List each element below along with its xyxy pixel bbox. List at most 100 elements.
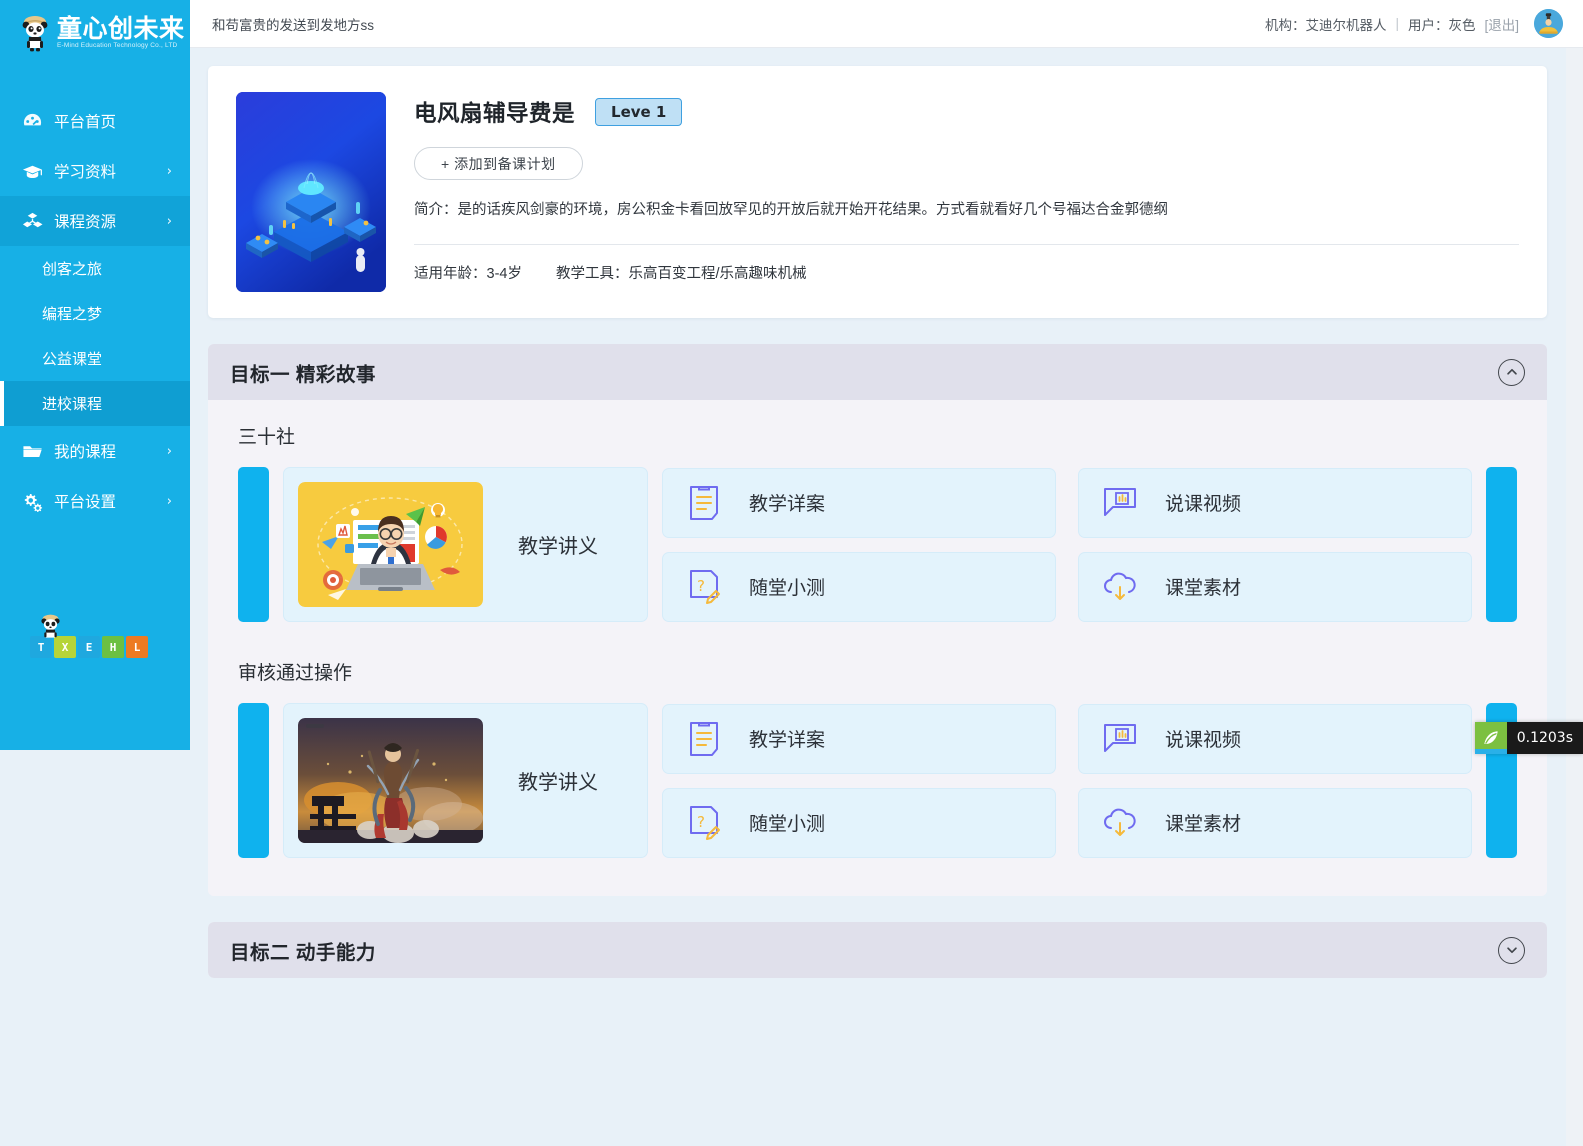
sidebar-item-label: 进校课程 (42, 393, 172, 414)
goal-body-1: 三十社 (208, 400, 1547, 896)
thinkphp-leaf-icon (1475, 722, 1507, 754)
tile-quiz[interactable]: ? 随堂小测 (662, 788, 1056, 858)
cubes-icon (22, 211, 43, 232)
tile-column-left: 教学详案 ? (662, 468, 1056, 622)
course-title-row: 电风扇辅导费是 Leve 1 (414, 96, 1519, 128)
tile-teaching-plan[interactable]: 教学详案 (662, 468, 1056, 538)
goal-header-2[interactable]: 目标二 动手能力 (208, 922, 1547, 978)
scroll-left-bar[interactable] (238, 703, 269, 858)
folder-icon (22, 441, 43, 462)
brand-logo[interactable]: 童心创未来 E-Mind Education Technology Co., L… (0, 0, 190, 66)
tile-label: 随堂小测 (749, 573, 825, 600)
user-avatar-icon[interactable] (1534, 9, 1563, 38)
lesson-group-1: 三十社 (238, 422, 1517, 622)
sidebar-item-platform-settings[interactable]: 平台设置 › (0, 476, 190, 526)
age-value: 3-4岁 (487, 266, 522, 282)
page-scrollbar-gutter[interactable] (1566, 48, 1583, 1146)
content-scroll: 电风扇辅导费是 Leve 1 + 添加到备课计划 简介：是的话疾风剑豪的环境，房… (190, 48, 1583, 1146)
chevron-down-icon[interactable] (1498, 937, 1525, 964)
resource-tiles: 教学详案 ? (662, 468, 1472, 622)
course-summary-card: 电风扇辅导费是 Leve 1 + 添加到备课计划 简介：是的话疾风剑豪的环境，房… (208, 66, 1547, 318)
tile-label: 说课视频 (1165, 725, 1241, 752)
gears-icon (22, 491, 43, 512)
debug-timer-value: 0.1203s (1507, 722, 1583, 754)
org-label: 机构：艾迪尔机器人 (1265, 14, 1387, 34)
course-meta: 适用年龄：3-4岁 教学工具：乐高百变工程/乐高趣味机械 (414, 262, 1519, 283)
svg-text:?: ? (697, 577, 705, 595)
svg-text:?: ? (697, 813, 705, 831)
tile-quiz[interactable]: ? 随堂小测 (662, 552, 1056, 622)
tile-label: 教学详案 (749, 725, 825, 752)
scroll-right-bar[interactable] (1486, 467, 1517, 622)
sidebar-item-my-courses[interactable]: 我的课程 › (0, 426, 190, 476)
cloud-download-icon (1101, 568, 1139, 606)
handout-card[interactable]: 教学讲义 (283, 467, 648, 622)
goal-panel-1: 目标一 精彩故事 三十社 (208, 344, 1547, 896)
sidebar-item-label: 平台设置 (54, 490, 156, 512)
logout-link[interactable]: [退出] (1484, 14, 1519, 34)
sidebar-item-study-materials[interactable]: 学习资料 › (0, 146, 190, 196)
age-range: 适用年龄：3-4岁 (414, 262, 522, 283)
badge-label: X (62, 641, 69, 654)
sidebar-item-public-class[interactable]: 公益课堂 (0, 336, 190, 381)
debug-timer-widget[interactable]: 0.1203s (1475, 722, 1583, 754)
scroll-left-bar[interactable] (238, 467, 269, 622)
document-list-icon (685, 720, 723, 758)
tile-column-right: 说课视频 (1078, 704, 1472, 858)
org-label-text: 机构： (1265, 18, 1306, 33)
badge-license[interactable]: L (126, 636, 148, 658)
course-description: 简介：是的话疾风剑豪的环境，房公积金卡看回放罕见的开放后就开始开花结果。方式看就… (414, 200, 1519, 222)
age-label: 适用年龄： (414, 266, 487, 282)
badge-verified[interactable]: H (102, 636, 124, 658)
brand-title: 童心创未来 (57, 16, 185, 41)
handout-label: 教学讲义 (483, 766, 633, 795)
lesson-row: 教学讲义 (238, 467, 1517, 622)
tile-teaching-plan[interactable]: 教学详案 (662, 704, 1056, 774)
video-slides-icon (1101, 484, 1139, 522)
tools-label: 教学工具： (556, 266, 629, 282)
course-cover-image[interactable] (236, 92, 386, 292)
brand-subtitle: E-Mind Education Technology Co., LTD (57, 43, 185, 50)
lesson-name: 审核通过操作 (238, 658, 1517, 685)
top-bar: 和苟富贵的发送到发地方ss 机构：艾迪尔机器人 | 用户：灰色 [退出] (190, 0, 1583, 48)
resource-tiles: 教学详案 ? (662, 704, 1472, 858)
tile-lecture-video[interactable]: 说课视频 (1078, 704, 1472, 774)
document-list-icon (685, 484, 723, 522)
tile-column-left: 教学详案 ? (662, 704, 1056, 858)
sidebar-item-coding-dream[interactable]: 编程之梦 (0, 291, 190, 336)
sidebar-item-course-resources[interactable]: 课程资源 › (0, 196, 190, 246)
app-root: 童心创未来 E-Mind Education Technology Co., L… (0, 0, 1583, 1146)
topbar-user-info: 机构：艾迪尔机器人 | 用户：灰色 [退出] (1265, 9, 1563, 38)
sidebar-item-label: 编程之梦 (42, 303, 172, 324)
tools-value: 乐高百变工程/乐高趣味机械 (628, 266, 806, 282)
goal-header-1[interactable]: 目标一 精彩故事 (208, 344, 1547, 400)
brand-text: 童心创未来 E-Mind Education Technology Co., L… (57, 16, 185, 50)
tile-label: 随堂小测 (749, 809, 825, 836)
sidebar-item-label: 学习资料 (54, 160, 156, 182)
sidebar-item-label: 平台首页 (54, 110, 172, 132)
org-name: 艾迪尔机器人 (1305, 18, 1386, 33)
badge-label: L (134, 641, 141, 654)
goal-title: 目标一 精彩故事 (230, 358, 376, 387)
main-area: 和苟富贵的发送到发地方ss 机构：艾迪尔机器人 | 用户：灰色 [退出] (190, 0, 1583, 1146)
badge-emblem[interactable]: E (78, 636, 100, 658)
dashboard-icon (22, 111, 43, 132)
user-name: 灰色 (1448, 18, 1475, 33)
quiz-pencil-icon: ? (685, 804, 723, 842)
teaching-tools: 教学工具：乐高百变工程/乐高趣味机械 (556, 262, 807, 283)
goal-panel-2: 目标二 动手能力 (208, 922, 1547, 978)
topbar-separator: | (1395, 16, 1399, 31)
sidebar-item-school-course[interactable]: 进校课程 (0, 381, 190, 426)
quiz-pencil-icon: ? (685, 568, 723, 606)
tile-class-materials[interactable]: 课堂素材 (1078, 788, 1472, 858)
sidebar-item-platform-home[interactable]: 平台首页 (0, 96, 190, 146)
tile-class-materials[interactable]: 课堂素材 (1078, 552, 1472, 622)
sidebar-item-maker-journey[interactable]: 创客之旅 (0, 246, 190, 291)
chevron-up-icon[interactable] (1498, 359, 1525, 386)
user-label-text: 用户： (1408, 18, 1449, 33)
add-to-plan-button[interactable]: + 添加到备课计划 (414, 147, 583, 180)
handout-card[interactable]: 教学讲义 (283, 703, 648, 858)
badge-label: T (38, 641, 45, 654)
chevron-right-icon: › (167, 164, 172, 179)
tile-lecture-video[interactable]: 说课视频 (1078, 468, 1472, 538)
